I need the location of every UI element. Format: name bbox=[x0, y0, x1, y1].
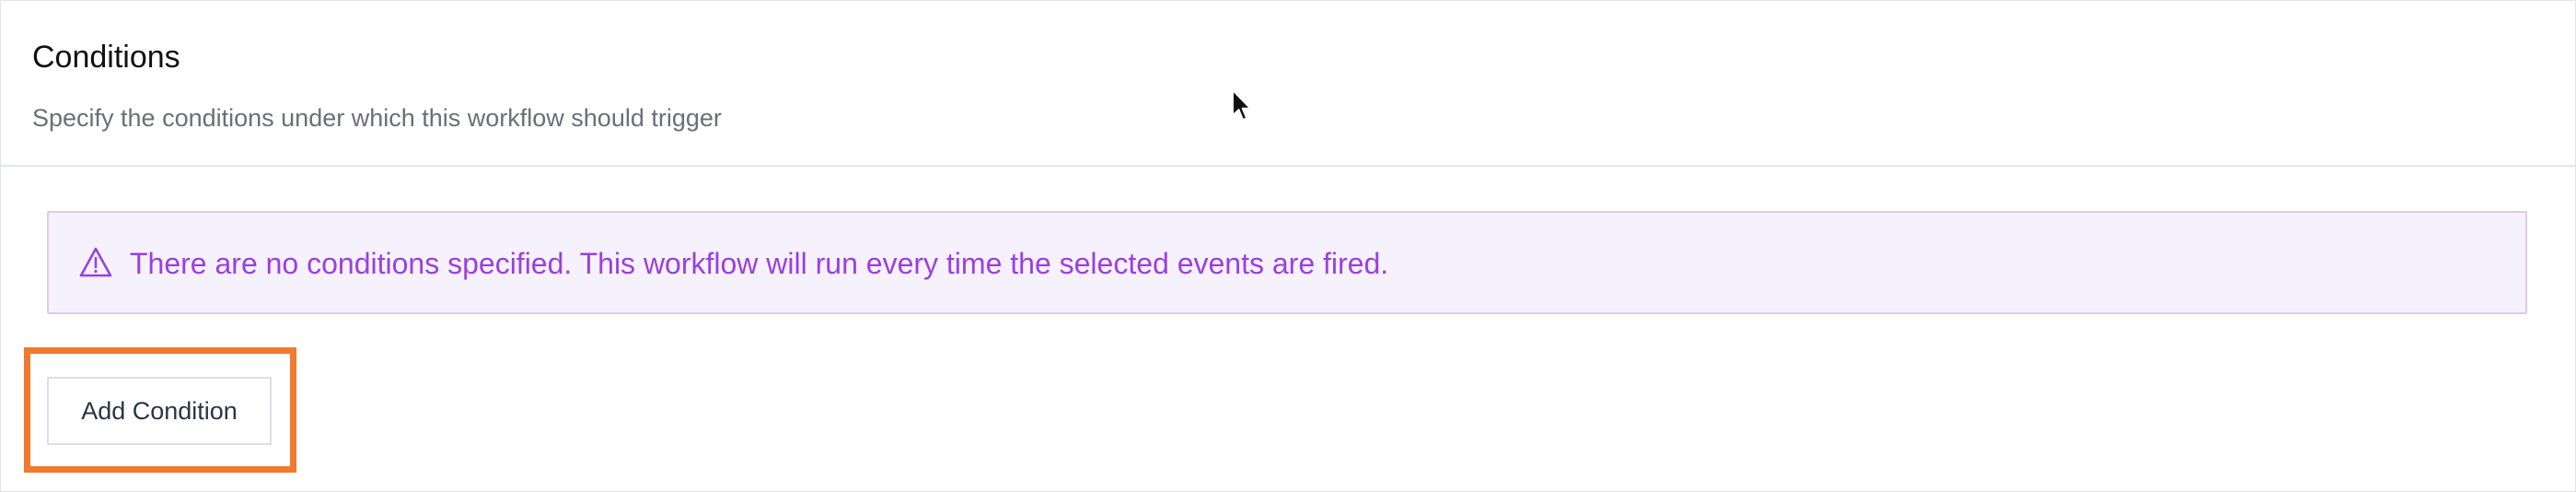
conditions-panel: Conditions Specify the conditions under … bbox=[0, 0, 2576, 492]
page-subtitle: Specify the conditions under which this … bbox=[32, 104, 722, 132]
warning-triangle-icon bbox=[78, 246, 113, 279]
alert-message: There are no conditions specified. This … bbox=[130, 247, 1389, 280]
page-title: Conditions bbox=[32, 40, 180, 75]
no-conditions-alert: There are no conditions specified. This … bbox=[47, 211, 2527, 314]
conditions-header: Conditions Specify the conditions under … bbox=[1, 1, 2575, 167]
mouse-pointer-icon bbox=[1231, 88, 1253, 123]
add-condition-button[interactable]: Add Condition bbox=[47, 377, 272, 445]
